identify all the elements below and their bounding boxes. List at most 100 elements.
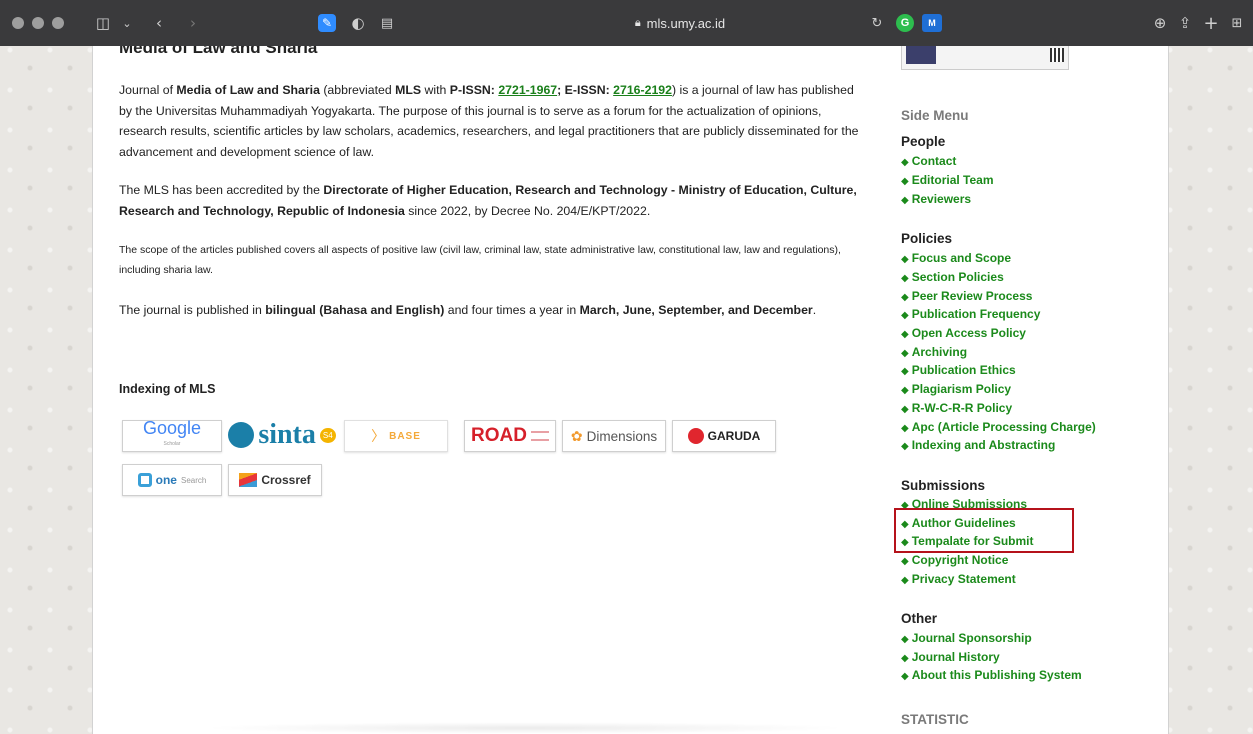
chevron-down-icon[interactable]: ⌄: [118, 13, 136, 33]
diamond-icon: ◆: [901, 348, 909, 359]
minimize-window-button[interactable]: [32, 17, 44, 29]
sidebar-item-label: Tempalate for Submit: [911, 534, 1034, 548]
diamond-icon: ◆: [901, 519, 909, 530]
sidebar-item-reviewers[interactable]: ◆ Reviewers: [901, 191, 971, 208]
reader-icon[interactable]: ▤: [378, 13, 396, 33]
onesearch-logo[interactable]: one Search: [122, 464, 222, 496]
submissions-title: Submissions: [901, 478, 986, 493]
journal-description: Journal of Media of Law and Sharia (abbr…: [119, 80, 867, 162]
mendeley-extension-icon[interactable]: M: [922, 14, 942, 32]
sidebar-item-online-submissions[interactable]: ◆ Online Submissions: [901, 496, 1027, 513]
sidebar-item-template-submit[interactable]: ◆ Tempalate for Submit: [901, 533, 1034, 550]
onesearch-text: one: [155, 473, 177, 487]
share-icon[interactable]: ⇪: [1176, 13, 1194, 33]
back-icon[interactable]: ‹: [150, 13, 168, 33]
base-logo[interactable]: 〉 BASE: [344, 420, 448, 452]
text: (abbreviated: [319, 83, 396, 97]
tab-overview-icon[interactable]: ⊞: [1228, 13, 1246, 33]
sidebar-item-publication-frequency[interactable]: ◆ Publication Frequency: [901, 306, 1040, 323]
diamond-icon: ◆: [901, 500, 909, 511]
sinta-logo[interactable]: sinta S4: [226, 416, 338, 454]
google-scholar-logo[interactable]: Google Scholar: [122, 419, 222, 452]
sidebar-item-copyright[interactable]: ◆ Copyright Notice: [901, 552, 1008, 569]
pencil-extension-icon[interactable]: ✎: [318, 14, 336, 32]
road-lines-icon: [530, 431, 549, 441]
dimensions-logo[interactable]: ✿ Dimensions: [562, 420, 666, 452]
diamond-icon: ◆: [901, 634, 909, 645]
sidebar-item-label: Journal Sponsorship: [911, 631, 1032, 645]
sidebar-toggle-icon[interactable]: ◫: [94, 13, 112, 33]
shield-icon[interactable]: ◐: [349, 13, 367, 33]
sidebar-item-archiving[interactable]: ◆ Archiving: [901, 344, 967, 361]
sidebar-item-indexing[interactable]: ◆ Indexing and Abstracting: [901, 437, 1055, 454]
diamond-icon: ◆: [901, 292, 909, 303]
sidebar-item-plagiarism[interactable]: ◆ Plagiarism Policy: [901, 381, 1011, 398]
separator: ;: [557, 83, 565, 97]
sidebar-item-about-system[interactable]: ◆ About this Publishing System: [901, 667, 1082, 684]
sidebar-item-publication-ethics[interactable]: ◆ Publication Ethics: [901, 362, 1016, 379]
qr-code-icon: [1050, 48, 1064, 62]
crossref-text: Crossref: [261, 473, 311, 487]
sidebar-item-focus-scope[interactable]: ◆ Focus and Scope: [901, 250, 1011, 267]
sidebar-item-label: Publication Frequency: [911, 307, 1041, 321]
sidebar-item-label: Copyright Notice: [911, 553, 1009, 567]
text: The MLS has been accredited by the: [119, 183, 324, 197]
sidebar-item-sponsorship[interactable]: ◆ Journal Sponsorship: [901, 630, 1032, 647]
forward-icon[interactable]: ›: [184, 13, 202, 33]
journal-name: Media of Law and Sharia: [176, 83, 320, 97]
sidebar-item-peer-review[interactable]: ◆ Peer Review Process: [901, 288, 1032, 305]
other-title: Other: [901, 611, 938, 626]
sidebar-item-label: R-W-C-R-R Policy: [911, 401, 1013, 415]
policies-title: Policies: [901, 231, 953, 246]
url-text: mls.umy.ac.id: [646, 15, 726, 31]
diamond-icon: ◆: [901, 310, 909, 321]
diamond-icon: ◆: [901, 385, 909, 396]
reload-icon[interactable]: ↻: [868, 13, 886, 33]
diamond-icon: ◆: [901, 254, 909, 265]
sidebar-item-label: Section Policies: [911, 270, 1004, 284]
close-window-button[interactable]: [12, 17, 24, 29]
sinta-text: sinta: [258, 419, 316, 450]
sidebar-item-author-guidelines[interactable]: ◆ Author Guidelines: [901, 515, 1016, 532]
web-page: Media of Law and Sharia Journal of Media…: [92, 46, 1169, 734]
garuda-logo[interactable]: GARUDA: [672, 420, 776, 452]
sidebar-item-contact[interactable]: ◆ Contact: [901, 153, 956, 170]
indexing-heading: Indexing of MLS: [119, 382, 216, 396]
download-icon[interactable]: ⊕: [1151, 13, 1169, 33]
sidebar-item-label: Journal History: [911, 650, 1000, 664]
sidebar-item-open-access[interactable]: ◆ Open Access Policy: [901, 325, 1026, 342]
sidebar-item-privacy[interactable]: ◆ Privacy Statement: [901, 571, 1016, 588]
eissn-link[interactable]: 2716-2192: [613, 83, 672, 97]
zoom-window-button[interactable]: [52, 17, 64, 29]
sidebar-item-section-policies[interactable]: ◆ Section Policies: [901, 269, 1004, 286]
sidebar-item-history[interactable]: ◆ Journal History: [901, 649, 1000, 666]
page-title: Media of Law and Sharia: [119, 46, 318, 57]
diamond-icon: ◆: [901, 157, 909, 168]
pissn-link[interactable]: 2721-1967: [498, 83, 557, 97]
sidebar-item-label: Focus and Scope: [911, 251, 1012, 265]
grammarly-extension-icon[interactable]: G: [896, 14, 914, 32]
sidebar-item-label: Editorial Team: [911, 173, 994, 187]
sidebar-item-rwcrr-policy[interactable]: ◆ R-W-C-R-R Policy: [901, 400, 1012, 417]
crossref-emblem-icon: [239, 473, 258, 487]
diamond-icon: ◆: [901, 575, 909, 586]
diamond-icon: ◆: [901, 195, 909, 206]
address-bar[interactable]: 🔒︎ mls.umy.ac.id: [470, 10, 890, 36]
sidebar-item-editorial-team[interactable]: ◆ Editorial Team: [901, 172, 994, 189]
lock-icon: 🔒︎: [634, 16, 641, 29]
diamond-icon: ◆: [901, 366, 909, 377]
frequency-paragraph: The journal is published in bilingual (B…: [119, 300, 867, 321]
dimensions-flower-icon: ✿: [570, 427, 583, 444]
sidebar-banner[interactable]: [901, 46, 1069, 70]
diamond-icon: ◆: [901, 537, 909, 548]
onesearch-suffix: Search: [180, 475, 207, 485]
crossref-logo[interactable]: Crossref: [228, 464, 322, 496]
eissn-label: E-ISSN:: [564, 83, 614, 97]
new-tab-icon[interactable]: +: [1202, 13, 1220, 34]
base-arrow-icon: 〉: [371, 428, 386, 444]
diamond-icon: ◆: [901, 329, 909, 340]
sidebar-item-label: Apc (Article Processing Charge): [911, 420, 1096, 434]
sidebar-item-apc[interactable]: ◆ Apc (Article Processing Charge): [901, 419, 1096, 436]
road-logo[interactable]: ROAD: [464, 420, 556, 452]
garuda-emblem-icon: [687, 428, 704, 444]
